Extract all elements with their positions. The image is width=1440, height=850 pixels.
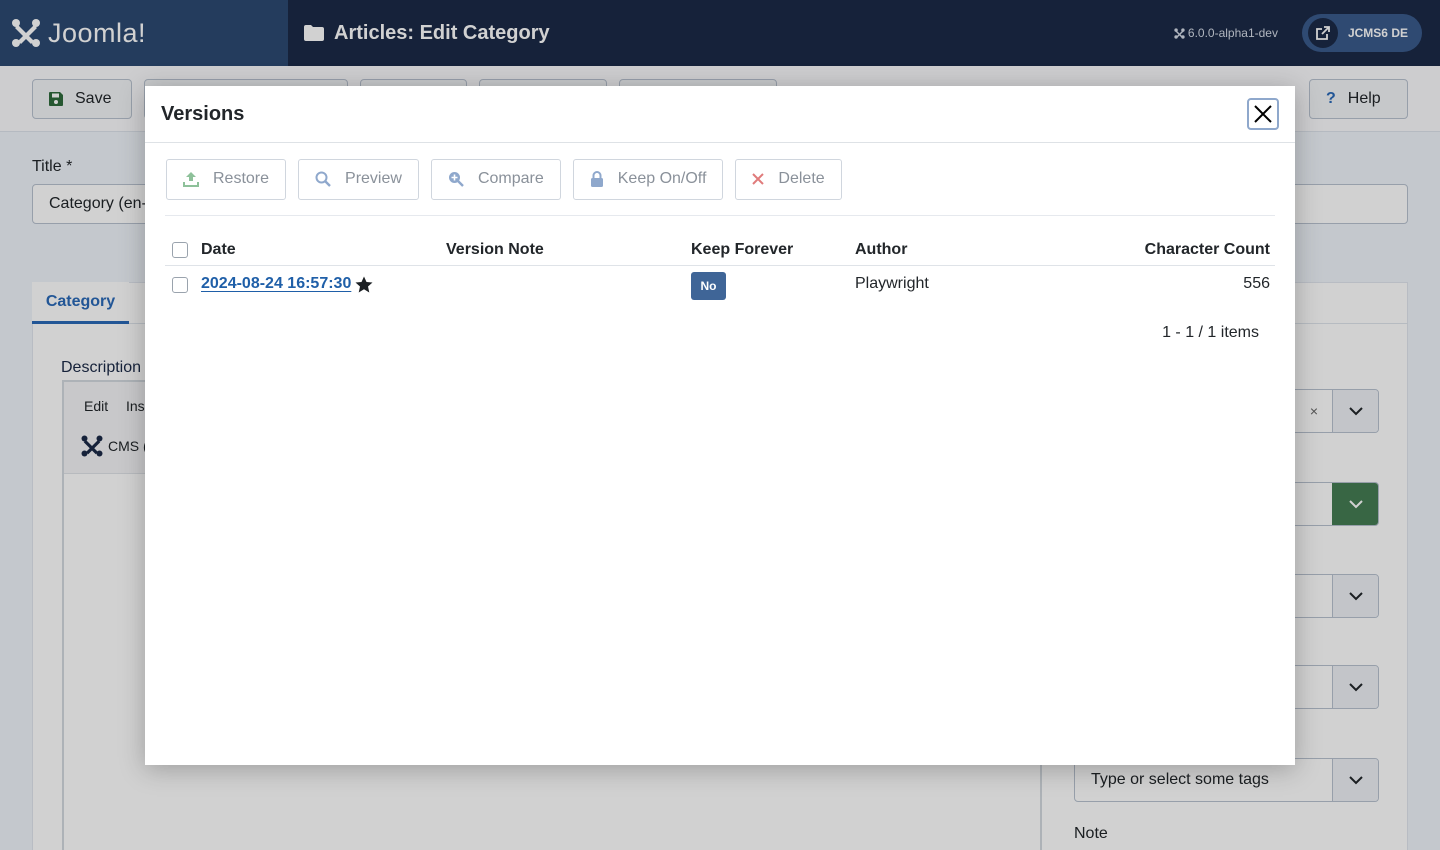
versions-modal: Versions Restore Preview Compare Keep On… <box>145 86 1295 765</box>
col-keep-forever[interactable]: Keep Forever <box>691 241 793 259</box>
lock-icon <box>590 171 603 187</box>
keep-forever-badge[interactable]: No <box>691 272 726 300</box>
row-checkbox[interactable] <box>172 277 188 293</box>
star-icon <box>355 276 373 292</box>
search-icon <box>315 171 331 187</box>
table-header: Date Version Note Keep Forever Author Ch… <box>165 216 1275 266</box>
zoom-in-icon <box>448 172 464 187</box>
author-cell: Playwright <box>855 275 929 292</box>
preview-button[interactable]: Preview <box>298 158 419 200</box>
upload-icon <box>183 172 199 187</box>
table-row: 2024-08-24 16:57:30 No Playwright 556 <box>165 266 1275 306</box>
modal-title: Versions <box>161 102 245 125</box>
delete-label: Delete <box>778 170 825 187</box>
restore-label: Restore <box>213 170 270 187</box>
col-author[interactable]: Author <box>855 241 907 259</box>
delete-x-icon <box>752 173 765 185</box>
keep-toggle-button[interactable]: Keep On/Off <box>572 158 724 200</box>
col-character-count[interactable]: Character Count <box>1145 241 1270 259</box>
col-date[interactable]: Date <box>201 241 236 259</box>
character-count-cell: 556 <box>1243 275 1270 292</box>
delete-button[interactable]: Delete <box>735 158 842 200</box>
keep-label: Keep On/Off <box>617 170 707 187</box>
close-button[interactable] <box>1247 98 1279 130</box>
version-date-link[interactable]: 2024-08-24 16:57:30 <box>201 275 351 293</box>
compare-button[interactable]: Compare <box>430 158 561 200</box>
restore-button[interactable]: Restore <box>166 158 287 200</box>
modal-header: Versions <box>145 86 1295 143</box>
date-cell: 2024-08-24 16:57:30 <box>201 275 373 293</box>
versions-table: Date Version Note Keep Forever Author Ch… <box>165 216 1275 306</box>
pagination-info: 1 - 1 / 1 items <box>1162 324 1259 341</box>
close-icon <box>1254 105 1272 123</box>
col-version-note[interactable]: Version Note <box>446 241 544 259</box>
select-all-checkbox[interactable] <box>172 242 188 258</box>
versions-toolbar: Restore Preview Compare Keep On/Off Dele… <box>165 143 1275 216</box>
compare-label: Compare <box>477 170 544 187</box>
preview-label: Preview <box>345 170 402 187</box>
